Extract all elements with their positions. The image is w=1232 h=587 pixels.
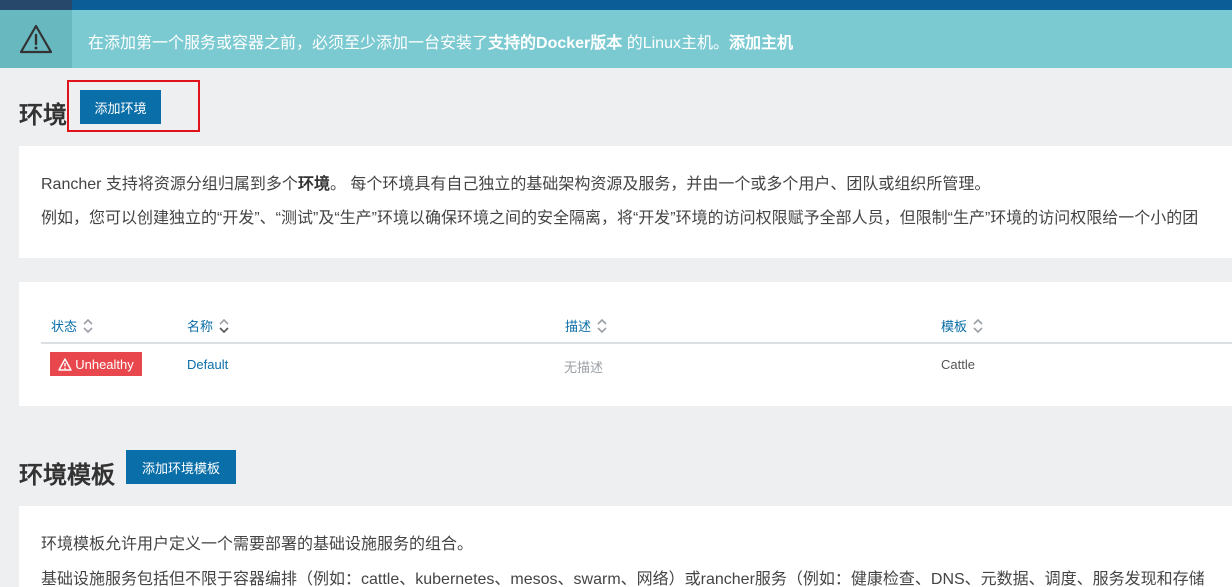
- warning-triangle-icon: [58, 357, 72, 371]
- add-host-link[interactable]: 添加主机: [729, 35, 793, 52]
- sort-icon: [219, 318, 229, 333]
- environment-template: Cattle: [941, 357, 975, 372]
- templates-intro-line1: 环境模板允许用户定义一个需要部署的基础设施服务的组合。: [41, 536, 474, 553]
- highlight-annotation: [67, 80, 200, 132]
- templates-intro-line2: 基础设施服务包括但不限于容器编排（例如：cattle、kubernetes、me…: [41, 571, 1205, 587]
- intro-text: 。 每个环境具有自己独立的基础架构资源及服务，并由一个或多个用户、团队或组织所管…: [329, 176, 991, 193]
- top-nav-bar: [0, 0, 1232, 10]
- column-header-status[interactable]: 状态: [51, 316, 93, 335]
- alert-message: 在添加第一个服务或容器之前，必须至少添加一台安装了支持的Docker版本 的Li…: [88, 29, 793, 53]
- top-nav-segment: [0, 0, 72, 10]
- templates-title: 环境模板: [19, 462, 115, 489]
- intro-bold-text: 环境: [297, 176, 330, 193]
- environments-intro-line2: 例如，您可以创建独立的“开发”、“测试”及“生产”环境以确保环境之间的安全隔离，…: [41, 210, 1199, 227]
- column-header-description[interactable]: 描述: [565, 316, 607, 335]
- environments-table-card: 状态 名称 描述 模板 Unhealthy Default 无描述 Cattle: [19, 282, 1232, 406]
- warning-triangle-icon: [19, 24, 53, 54]
- no-host-alert: 在添加第一个服务或容器之前，必须至少添加一台安装了支持的Docker版本 的Li…: [0, 10, 1232, 68]
- sort-icon: [597, 318, 607, 333]
- environment-name-link[interactable]: Default: [187, 357, 228, 372]
- column-header-template[interactable]: 模板: [941, 316, 983, 335]
- environments-intro-line1: Rancher 支持将资源分组归属到多个环境。 每个环境具有自己独立的基础架构资…: [41, 170, 990, 194]
- templates-intro-card: 环境模板允许用户定义一个需要部署的基础设施服务的组合。 基础设施服务包括但不限于…: [19, 506, 1232, 587]
- column-header-label: 名称: [187, 319, 214, 334]
- top-nav-segment: [72, 0, 1232, 10]
- environment-description: 无描述: [564, 360, 604, 375]
- column-header-label: 状态: [51, 319, 78, 334]
- environments-title: 环境: [19, 102, 67, 129]
- add-environment-template-button[interactable]: 添加环境模板: [126, 450, 236, 484]
- alert-icon-box: [0, 10, 72, 68]
- environments-intro-card: Rancher 支持将资源分组归属到多个环境。 每个环境具有自己独立的基础架构资…: [19, 146, 1232, 258]
- intro-text: Rancher 支持将资源分组归属到多个: [41, 176, 298, 193]
- column-header-label: 模板: [941, 319, 968, 334]
- sort-icon: [83, 318, 93, 333]
- sort-icon: [973, 318, 983, 333]
- docker-version-link[interactable]: 支持的Docker版本: [488, 35, 622, 52]
- column-header-label: 描述: [565, 319, 592, 334]
- status-badge-label: Unhealthy: [75, 356, 134, 372]
- alert-text-after: 的Linux主机。: [622, 35, 729, 52]
- alert-text-before: 在添加第一个服务或容器之前，必须至少添加一台安装了: [88, 35, 489, 52]
- table-header-divider: [41, 342, 1232, 344]
- status-badge: Unhealthy: [50, 352, 142, 376]
- column-header-name[interactable]: 名称: [187, 316, 229, 335]
